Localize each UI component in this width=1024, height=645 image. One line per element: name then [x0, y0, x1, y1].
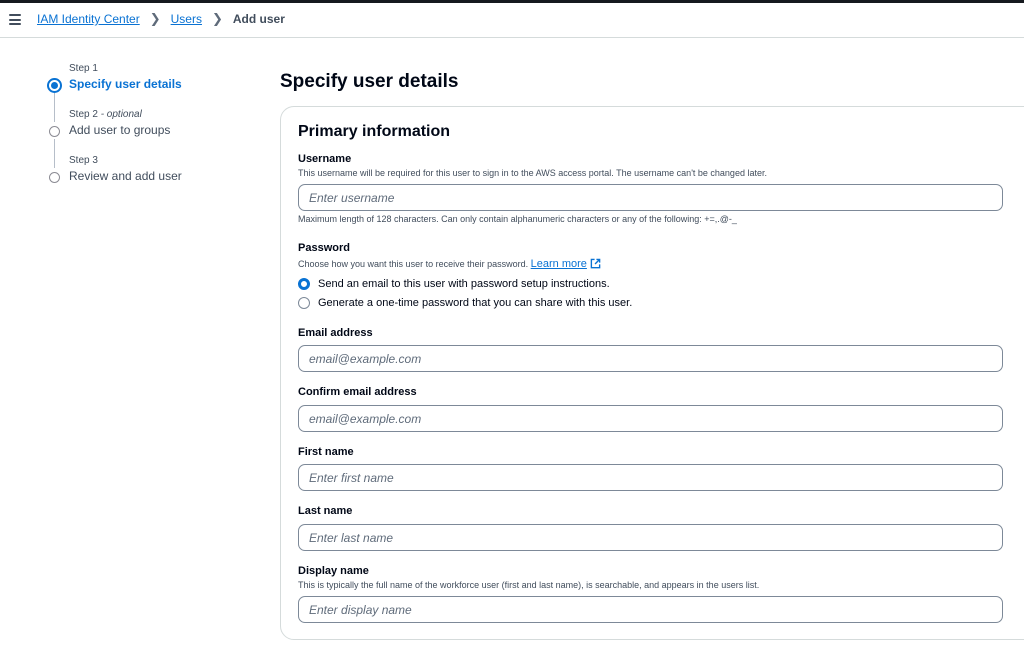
step-indicator-icon [49, 172, 60, 183]
page-title: Specify user details [280, 71, 459, 92]
wizard-step-3: Step 3 Review and add user [46, 152, 246, 198]
chevron-right-icon: ❯ [149, 11, 161, 26]
learn-more-text: Learn more [530, 258, 587, 270]
step-number-text: Step 2 [69, 109, 98, 120]
confirm-email-label: Confirm email address [298, 386, 417, 398]
password-option-email[interactable]: Send an email to this user with password… [298, 276, 610, 292]
external-link-icon [590, 258, 601, 269]
step-active-indicator-icon [47, 78, 62, 93]
username-description: This username will be required for this … [298, 168, 767, 178]
last-name-label: Last name [298, 505, 353, 517]
password-description-text: Choose how you want this user to receive… [298, 259, 529, 269]
step-indicator-icon [49, 126, 60, 137]
breadcrumb-iam-identity-center[interactable]: IAM Identity Center [37, 12, 140, 26]
first-name-input[interactable] [298, 464, 1003, 491]
display-name-description: This is typically the full name of the w… [298, 580, 760, 590]
chevron-right-icon: ❯ [211, 11, 223, 26]
first-name-label: First name [298, 446, 354, 458]
step-name[interactable]: Add user to groups [69, 123, 170, 137]
step-name: Specify user details [69, 77, 182, 91]
password-option-one-time[interactable]: Generate a one-time password that you ca… [298, 295, 632, 311]
top-navigation-bar: IAM Identity Center ❯ Users ❯ Add user [0, 0, 1024, 38]
breadcrumb-current: Add user [232, 12, 285, 26]
username-input[interactable] [298, 184, 1003, 211]
wizard-step-1: Step 1 Specify user details [46, 60, 246, 106]
breadcrumb-users[interactable]: Users [171, 12, 202, 26]
display-name-label: Display name [298, 565, 369, 577]
wizard-step-2: Step 2 - optional Add user to groups [46, 106, 246, 152]
learn-more-link[interactable]: Learn more [531, 258, 601, 270]
confirm-email-input[interactable] [298, 405, 1003, 432]
radio-label: Generate a one-time password that you ca… [318, 297, 633, 309]
step-number: Step 1 [69, 63, 98, 74]
username-label: Username [298, 153, 352, 165]
password-description: Choose how you want this user to receive… [298, 258, 601, 270]
email-label: Email address [298, 327, 373, 339]
breadcrumb: IAM Identity Center ❯ Users ❯ Add user [37, 12, 285, 26]
username-constraint: Maximum length of 128 characters. Can on… [298, 214, 737, 224]
radio-label: Send an email to this user with password… [318, 278, 610, 290]
step-name[interactable]: Review and add user [69, 169, 182, 183]
display-name-input[interactable] [298, 596, 1003, 623]
menu-icon[interactable] [9, 14, 21, 25]
primary-information-panel: Primary information Username This userna… [280, 106, 1024, 640]
step-optional-text: - optional [97, 109, 142, 120]
password-label: Password [298, 242, 350, 254]
email-input[interactable] [298, 345, 1003, 372]
panel-title: Primary information [298, 123, 451, 140]
radio-unchecked-icon[interactable] [298, 297, 310, 309]
wizard-steps: Step 1 Specify user details Step 2 - opt… [46, 60, 246, 198]
last-name-input[interactable] [298, 524, 1003, 551]
radio-checked-icon[interactable] [298, 278, 310, 290]
step-number: Step 2 - optional [69, 109, 142, 120]
step-number: Step 3 [69, 155, 98, 166]
